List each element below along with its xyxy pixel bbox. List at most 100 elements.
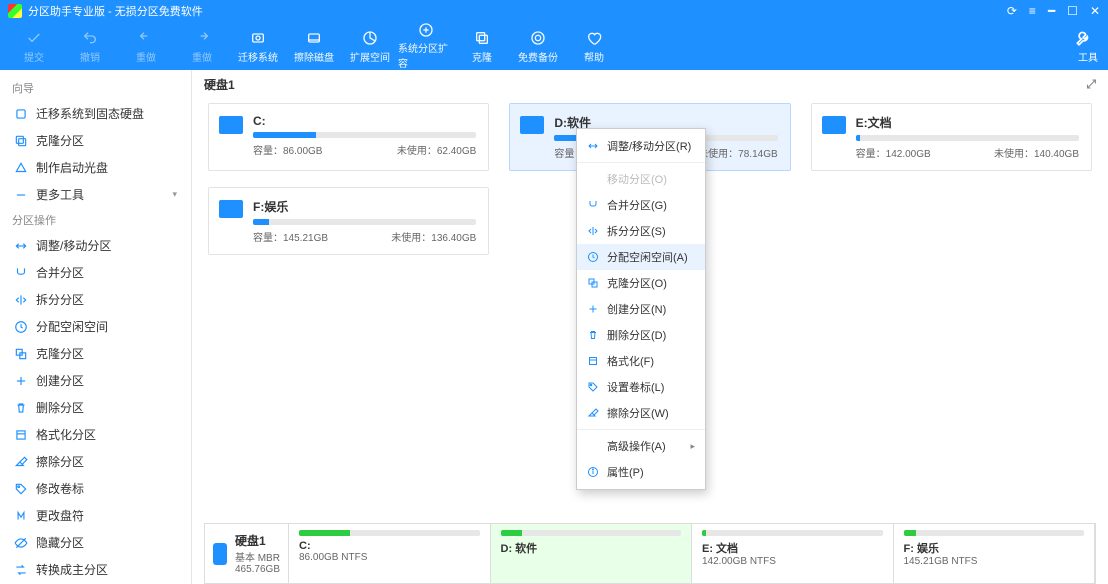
partition-card[interactable]: C:容量：86.00GB未使用：62.40GB <box>208 103 489 171</box>
drive-icon <box>219 200 243 218</box>
clone-icon <box>14 347 28 361</box>
toolbar-redo-right-button[interactable]: 重做 <box>174 24 230 68</box>
sidebar-item[interactable]: 克隆分区 <box>0 127 191 154</box>
context-menu-item[interactable]: 合并分区(G) <box>577 192 705 218</box>
refresh-icon[interactable]: ⟳ <box>1007 4 1017 18</box>
partition-card[interactable]: E:文档容量：142.00GB未使用：140.40GB <box>811 103 1092 171</box>
toolbar-copy-button[interactable]: 克隆 <box>454 24 510 68</box>
redo-left-icon <box>137 29 155 47</box>
sidebar-group2-title: 分区操作 <box>0 208 191 232</box>
blank-icon <box>587 173 599 185</box>
context-menu-item[interactable]: 设置卷标(L) <box>577 374 705 400</box>
label-icon <box>587 381 599 393</box>
expand-icon[interactable]: ⤢ <box>1086 77 1096 92</box>
undo-icon <box>81 29 99 47</box>
sidebar-item[interactable]: 更多工具▾ <box>0 181 191 208</box>
disk2-icon <box>305 29 323 47</box>
toolbar-undo-button[interactable]: 撤销 <box>62 24 118 68</box>
context-menu-item[interactable]: 分配空闲空间(A) <box>577 244 705 270</box>
disk-name: 硬盘1 <box>204 76 235 93</box>
layout-partition[interactable]: E: 文档142.00GB NTFS <box>692 524 894 583</box>
context-menu-item[interactable]: 克隆分区(O) <box>577 270 705 296</box>
minimize-icon[interactable]: ━ <box>1048 4 1055 18</box>
copy-icon <box>14 134 28 148</box>
toolbar-disk-button[interactable]: 迁移系统 <box>230 24 286 68</box>
disk-layout-diskinfo: 硬盘1 基本 MBR 465.76GB <box>205 524 289 583</box>
usage-bar <box>253 219 476 225</box>
convert-icon <box>14 563 28 577</box>
layout-disk-name: 硬盘1 <box>235 534 266 548</box>
drive-icon <box>520 116 544 134</box>
drive-icon <box>219 116 243 134</box>
hdd-icon <box>213 543 227 565</box>
triangle-icon <box>14 161 28 175</box>
partition-name: C: <box>253 114 476 128</box>
layout-partition[interactable]: D: 软件 <box>491 524 693 583</box>
layout-partition[interactable]: F: 娱乐145.21GB NTFS <box>894 524 1096 583</box>
context-menu-item[interactable]: 属性(P) <box>577 459 705 485</box>
window-controls: ⟳ ≡ ━ ☐ ✕ <box>1007 4 1100 18</box>
delete-icon <box>587 329 599 341</box>
label-icon <box>14 482 28 496</box>
format-icon <box>587 355 599 367</box>
context-menu-item[interactable]: 创建分区(N) <box>577 296 705 322</box>
sidebar-item[interactable]: 擦除分区 <box>0 448 191 475</box>
toolbar-target-button[interactable]: 免费备份 <box>510 24 566 68</box>
sidebar-item[interactable]: 更改盘符 <box>0 502 191 529</box>
disk-icon <box>249 29 267 47</box>
sidebar-item[interactable]: 删除分区 <box>0 394 191 421</box>
chevron-down-icon: ▾ <box>172 189 177 200</box>
sidebar-group1-title: 向导 <box>0 76 191 100</box>
sidebar-item[interactable]: 创建分区 <box>0 367 191 394</box>
menu-icon[interactable]: ≡ <box>1029 4 1036 18</box>
merge-icon <box>587 199 599 211</box>
create-icon <box>587 303 599 315</box>
format-icon <box>14 428 28 442</box>
sidebar-item[interactable]: 调整/移动分区 <box>0 232 191 259</box>
context-menu-item[interactable]: 格式化(F) <box>577 348 705 374</box>
titlebar: 分区助手专业版 - 无损分区免费软件 ⟳ ≡ ━ ☐ ✕ <box>0 0 1108 22</box>
create-icon <box>14 374 28 388</box>
layout-disk-type: 基本 MBR <box>235 549 280 564</box>
sidebar-item[interactable]: 转换成主分区 <box>0 556 191 583</box>
context-menu-item[interactable]: 拆分分区(S) <box>577 218 705 244</box>
sidebar-item[interactable]: 隐藏分区 <box>0 529 191 556</box>
sidebar-item[interactable]: 制作启动光盘 <box>0 154 191 181</box>
partition-card[interactable]: F:娱乐容量：145.21GB未使用：136.40GB <box>208 187 489 255</box>
layout-disk-size: 465.76GB <box>235 564 280 575</box>
context-menu-item[interactable]: 擦除分区(W) <box>577 400 705 426</box>
sidebar-item[interactable]: 合并分区 <box>0 259 191 286</box>
copy-icon <box>473 29 491 47</box>
toolbar: 提交撤销重做重做迁移系统擦除磁盘扩展空间系统分区扩容克隆免费备份帮助 工具 <box>0 22 1108 70</box>
toolbar-redo-left-button[interactable]: 重做 <box>118 24 174 68</box>
context-menu-item[interactable]: 高级操作(A)▸ <box>577 433 705 459</box>
toolbar-disk2-button[interactable]: 擦除磁盘 <box>286 24 342 68</box>
toolbar-heart-button[interactable]: 帮助 <box>566 24 622 68</box>
context-menu-item[interactable]: 删除分区(D) <box>577 322 705 348</box>
layout-usage-bar <box>299 530 480 536</box>
main-pane: 硬盘1 ⤢ C:容量：86.00GB未使用：62.40GBD:软件容量：88.0… <box>192 70 1108 584</box>
toolbar-pie-button[interactable]: 扩展空间 <box>342 24 398 68</box>
context-menu-item[interactable]: 调整/移动分区(R) <box>577 133 705 159</box>
alloc-icon <box>587 251 599 263</box>
layout-partition[interactable]: C:86.00GB NTFS <box>289 524 491 583</box>
sidebar-item[interactable]: 修改卷标 <box>0 475 191 502</box>
heart-icon <box>585 29 603 47</box>
maximize-icon[interactable]: ☐ <box>1067 4 1078 18</box>
erase-icon <box>14 455 28 469</box>
sidebar-item[interactable]: 克隆分区 <box>0 340 191 367</box>
sidebar-item[interactable]: 格式化分区 <box>0 421 191 448</box>
toolbar-plus-circle-button[interactable]: 系统分区扩容 <box>398 24 454 68</box>
sidebar-item[interactable]: 分配空闲空间 <box>0 313 191 340</box>
info-icon <box>587 466 599 478</box>
close-icon[interactable]: ✕ <box>1090 4 1100 18</box>
check-icon <box>25 29 43 47</box>
sidebar-item[interactable]: 拆分分区 <box>0 286 191 313</box>
sidebar-item[interactable]: 迁移系统到固态硬盘 <box>0 100 191 127</box>
pie-icon <box>361 29 379 47</box>
merge-icon <box>14 266 28 280</box>
layout-usage-bar <box>702 530 883 536</box>
tools-button[interactable]: 工具 <box>1074 29 1102 64</box>
app-logo <box>8 4 22 18</box>
toolbar-check-button[interactable]: 提交 <box>6 24 62 68</box>
